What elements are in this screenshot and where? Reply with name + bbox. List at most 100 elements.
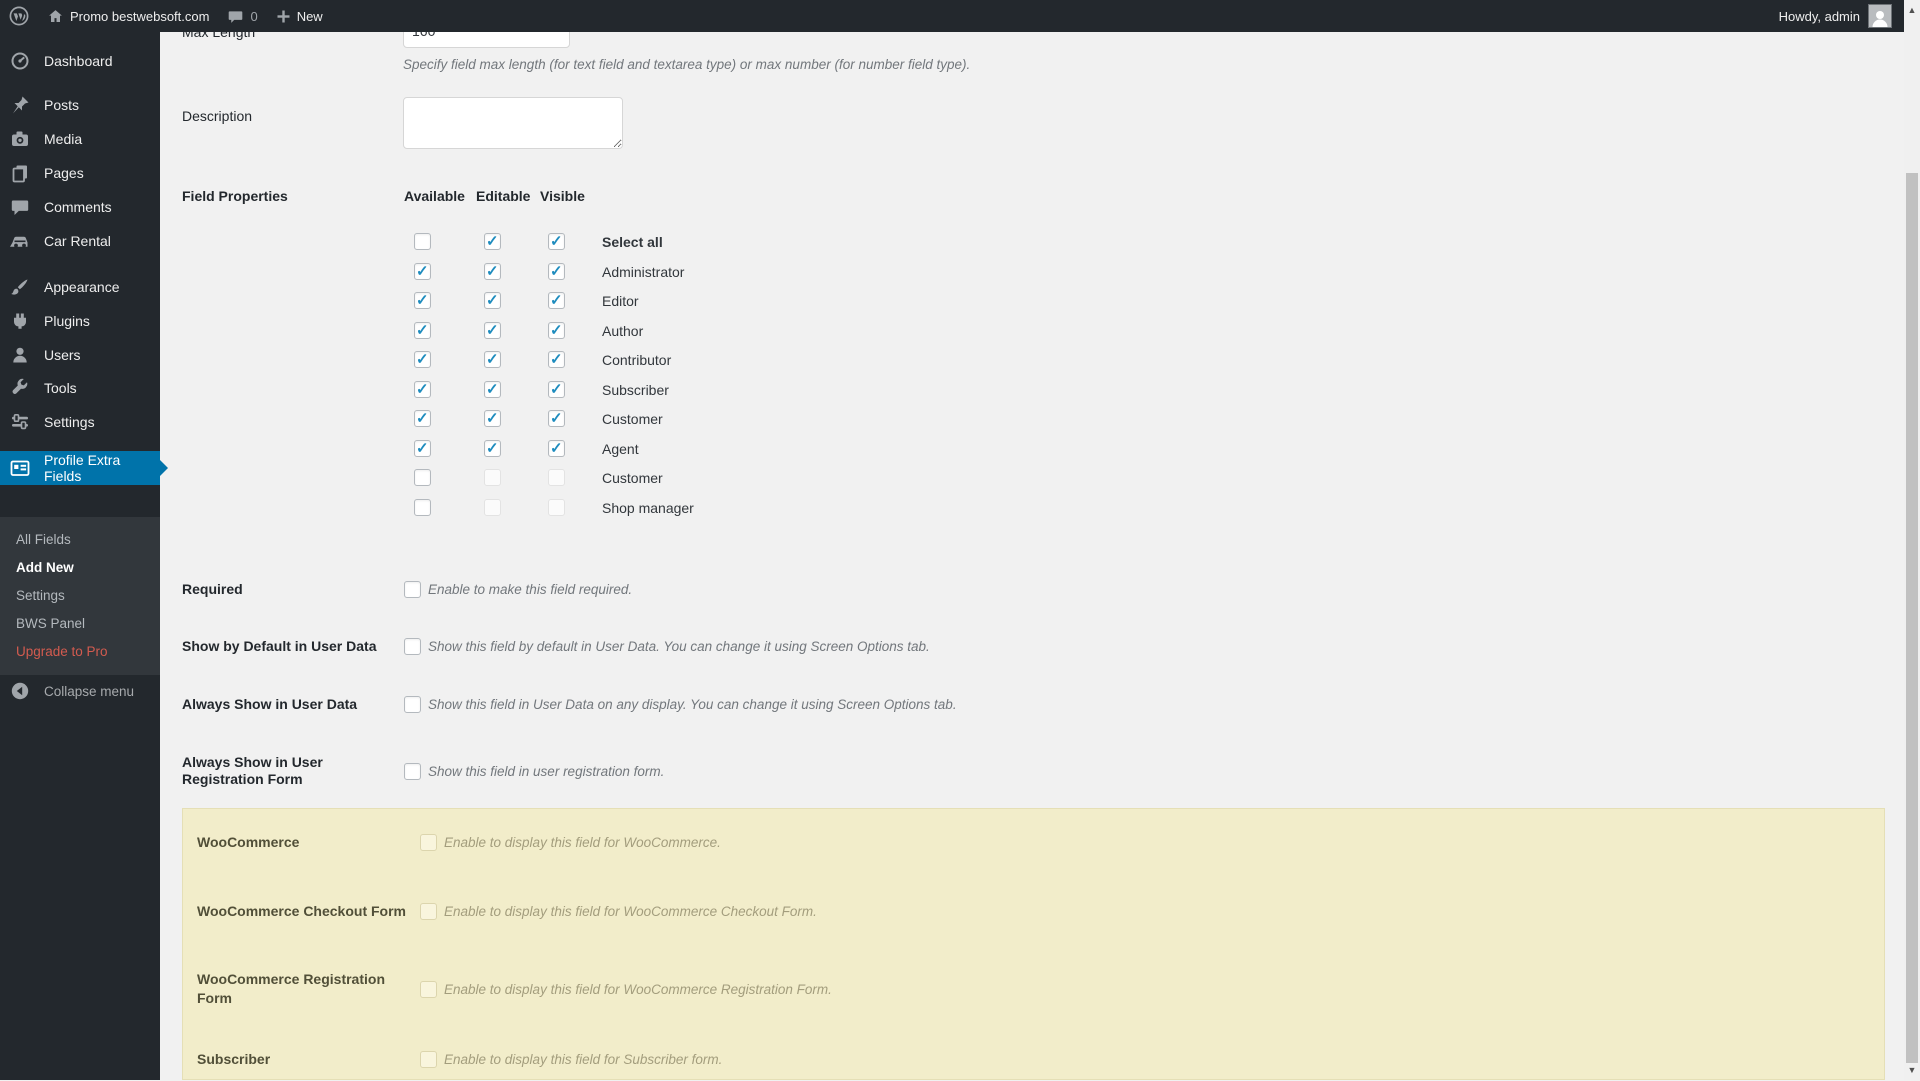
dashboard-icon — [10, 51, 30, 71]
toggle-row-show-by-default-in-user-data: Show by Default in User DataShow this fi… — [182, 622, 1682, 670]
home-icon — [47, 8, 64, 25]
checkbox-agent-visible[interactable] — [548, 440, 565, 457]
column-header-available: Available — [404, 188, 465, 204]
checkbox-customer-editable[interactable] — [484, 410, 501, 427]
role-label-agent: Agent — [602, 441, 639, 457]
submenu-item-add-new[interactable]: Add New — [0, 553, 160, 581]
checkbox-customer-visible — [548, 469, 565, 486]
checkbox-always-show-in-user-registration-form[interactable] — [404, 763, 421, 780]
plus-icon — [276, 9, 291, 24]
checkbox-always-show-in-user-data[interactable] — [404, 696, 421, 713]
toggle-row-always-show-in-user-data: Always Show in User DataShow this field … — [182, 680, 1682, 728]
max-length-help: Specify field max length (for text field… — [403, 57, 970, 72]
main-content: Max Length Specify field max length (for… — [160, 0, 1904, 1080]
sidebar-item-settings[interactable]: Settings — [0, 405, 160, 439]
sidebar-item-plugins[interactable]: Plugins — [0, 304, 160, 338]
sidebar-item-car-rental[interactable]: Car Rental — [0, 224, 160, 258]
comments-count: 0 — [250, 9, 257, 24]
role-label-customer: Customer — [602, 470, 663, 486]
active-menu-arrow — [160, 460, 168, 476]
sidebar-item-dashboard[interactable]: Dashboard — [0, 44, 160, 78]
checkbox-administrator-editable[interactable] — [484, 263, 501, 280]
checkbox-woocommerce — [420, 834, 437, 851]
profile-extra-fields-icon — [10, 458, 30, 478]
pages-icon — [10, 163, 30, 183]
wordpress-logo-icon[interactable] — [0, 0, 38, 32]
settings-icon — [10, 412, 30, 432]
checkbox-editor-visible[interactable] — [548, 292, 565, 309]
sidebar-item-media[interactable]: Media — [0, 122, 160, 156]
checkbox-editor-available[interactable] — [414, 292, 431, 309]
profile-extra-fields-submenu: All FieldsAdd NewSettingsBWS PanelUpgrad… — [0, 517, 160, 675]
site-menu[interactable]: Promo bestwebsoft.com — [38, 0, 218, 32]
appearance-icon — [10, 277, 30, 297]
comments-icon — [10, 197, 30, 217]
checkbox-show-by-default-in-user-data[interactable] — [404, 638, 421, 655]
new-menu[interactable]: New — [267, 0, 332, 32]
checkbox-editor-editable[interactable] — [484, 292, 501, 309]
sidebar-item-tools[interactable]: Tools — [0, 371, 160, 405]
sidebar-item-users[interactable]: Users — [0, 338, 160, 372]
submenu-item-all-fields[interactable]: All Fields — [0, 525, 160, 553]
howdy-text: Howdy, admin — [1779, 9, 1860, 24]
woocommerce-section: WooCommerceEnable to display this field … — [182, 808, 1885, 1080]
checkbox-customer-available[interactable] — [414, 410, 431, 427]
role-label-customer: Customer — [602, 411, 663, 427]
checkbox-select-all-editable[interactable] — [484, 233, 501, 250]
submenu-item-bws-panel[interactable]: BWS Panel — [0, 609, 160, 637]
posts-icon — [10, 95, 30, 115]
checkbox-customer-editable — [484, 469, 501, 486]
role-label-select-all: Select all — [602, 234, 663, 250]
sidebar-item-posts[interactable]: Posts — [0, 88, 160, 122]
checkbox-administrator-available[interactable] — [414, 263, 431, 280]
role-label-contributor: Contributor — [602, 352, 671, 368]
checkbox-subscriber-visible[interactable] — [548, 381, 565, 398]
checkbox-select-all-available[interactable] — [414, 233, 431, 250]
submenu-item-upgrade-to-pro[interactable]: Upgrade to Pro — [0, 637, 160, 665]
checkbox-shop-manager-visible — [548, 499, 565, 516]
description-label: Description — [182, 108, 252, 124]
checkbox-customer-available[interactable] — [414, 469, 431, 486]
account-menu[interactable]: Howdy, admin — [1779, 0, 1892, 32]
sidebar-item-appearance[interactable]: Appearance — [0, 270, 160, 304]
scroll-up-arrow[interactable]: ▲ — [1904, 2, 1920, 18]
sidebar-item-comments[interactable]: Comments — [0, 190, 160, 224]
scrollbar-thumb[interactable] — [1906, 173, 1918, 1063]
checkbox-select-all-visible[interactable] — [548, 233, 565, 250]
checkbox-contributor-available[interactable] — [414, 351, 431, 368]
checkbox-customer-visible[interactable] — [548, 410, 565, 427]
tools-icon — [10, 378, 30, 398]
scrollbar: ▲ ▼ — [1904, 0, 1920, 1080]
sidebar: Dashboard PostsMediaPagesCommentsCar Rent… — [0, 32, 160, 1080]
site-name: Promo bestwebsoft.com — [70, 9, 209, 24]
checkbox-author-editable[interactable] — [484, 322, 501, 339]
scroll-down-arrow[interactable]: ▼ — [1904, 1062, 1920, 1078]
checkbox-woocommerce-checkout-form — [420, 903, 437, 920]
checkbox-subscriber — [420, 1051, 437, 1068]
description-textarea[interactable] — [403, 97, 623, 149]
car-rental-icon — [10, 231, 30, 251]
checkbox-required[interactable] — [404, 581, 421, 598]
checkbox-woocommerce-registration-form — [420, 981, 437, 998]
role-label-administrator: Administrator — [602, 264, 684, 280]
checkbox-author-visible[interactable] — [548, 322, 565, 339]
toggle-row-always-show-in-user-registration-form: Always Show in User Registration FormSho… — [182, 745, 1682, 797]
checkbox-administrator-visible[interactable] — [548, 263, 565, 280]
woocommerce-row-woocommerce-registration-form: WooCommerce Registration FormEnable to d… — [183, 963, 1683, 1015]
comments-menu[interactable]: 0 — [218, 0, 266, 32]
checkbox-subscriber-available[interactable] — [414, 381, 431, 398]
media-icon — [10, 129, 30, 149]
sidebar-item-pages[interactable]: Pages — [0, 156, 160, 190]
submenu-item-settings[interactable]: Settings — [0, 581, 160, 609]
plugins-icon — [10, 311, 30, 331]
checkbox-contributor-visible[interactable] — [548, 351, 565, 368]
checkbox-agent-available[interactable] — [414, 440, 431, 457]
checkbox-shop-manager-available[interactable] — [414, 499, 431, 516]
role-label-shop-manager: Shop manager — [602, 500, 694, 516]
sidebar-item-profile-extra-fields[interactable]: Profile Extra Fields — [0, 451, 160, 485]
checkbox-subscriber-editable[interactable] — [484, 381, 501, 398]
checkbox-agent-editable[interactable] — [484, 440, 501, 457]
checkbox-author-available[interactable] — [414, 322, 431, 339]
checkbox-contributor-editable[interactable] — [484, 351, 501, 368]
collapse-menu-button[interactable]: Collapse menu — [0, 674, 160, 708]
